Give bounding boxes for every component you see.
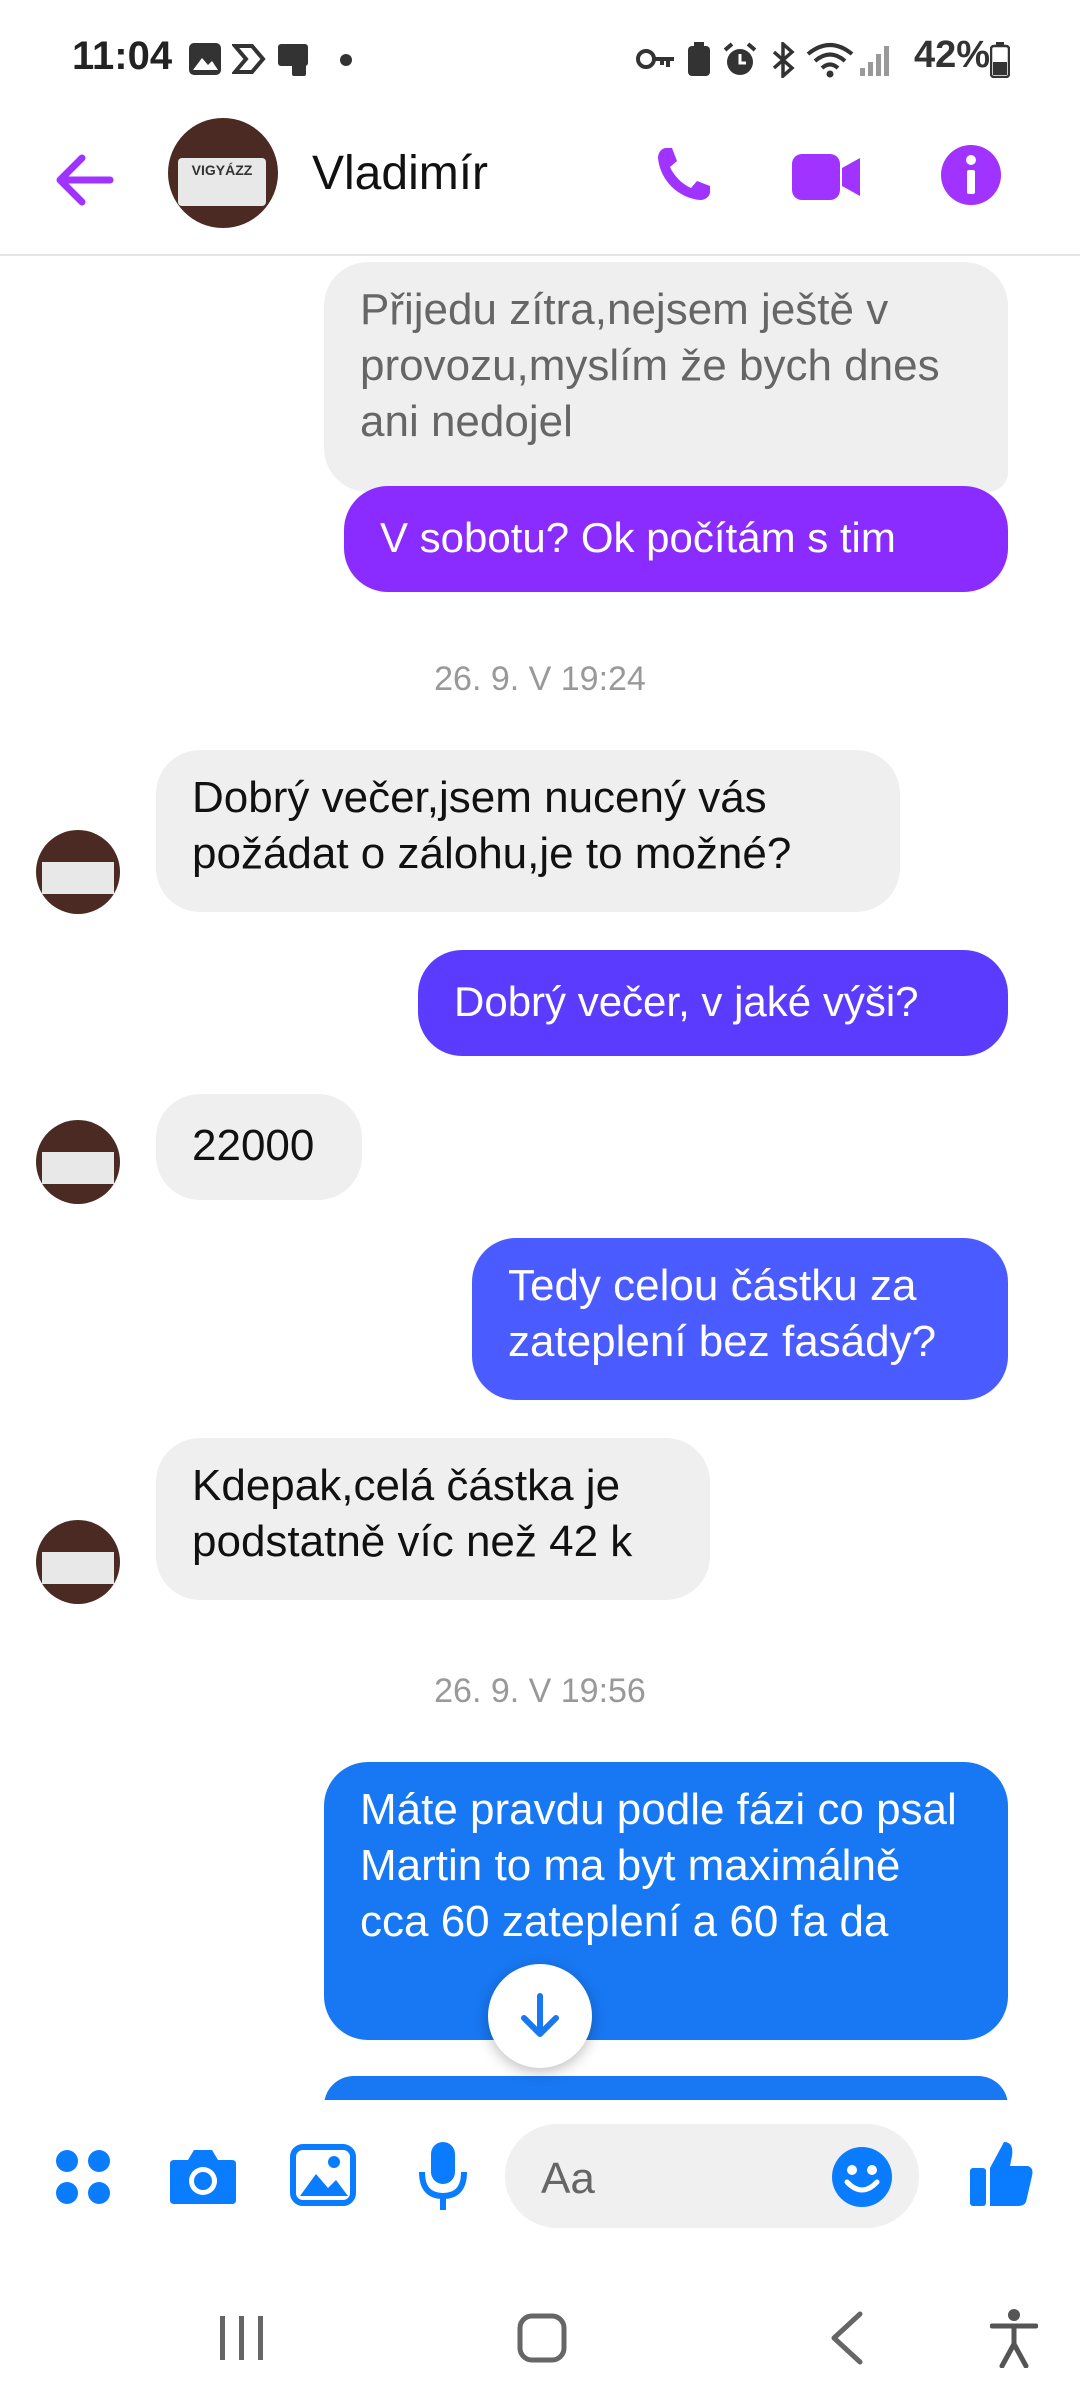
thumbs-up-icon[interactable] [968, 2138, 1036, 2210]
message-in[interactable]: Přijedu zítra,nejsem ještě v provozu,mys… [324, 262, 1008, 492]
more-notifications-dot [340, 54, 352, 66]
avatar [36, 830, 120, 914]
system-nav-bar [0, 2250, 1080, 2400]
battery-saver-icon [688, 42, 710, 76]
app-notification-icon [232, 44, 266, 74]
wifi-icon [806, 43, 854, 78]
video-icon[interactable] [790, 152, 862, 202]
timestamp: 26. 9. V 19:56 [434, 1672, 646, 1710]
avatar [36, 1120, 120, 1204]
avatar[interactable]: VIGYÁZZ [168, 118, 278, 228]
message-out[interactable]: V sobotu? Ok počítám s tim [344, 486, 1008, 592]
avatar-sign-text: VIGYÁZZ [191, 162, 253, 178]
chat-area[interactable]: Přijedu zítra,nejsem ještě v provozu,mys… [0, 256, 1080, 2100]
message-out-partial[interactable] [324, 2076, 1008, 2100]
recent-apps-icon[interactable] [216, 2314, 268, 2362]
back-arrow-icon[interactable] [52, 148, 116, 212]
composer-bar: Aa [0, 2100, 1080, 2250]
contact-name[interactable]: Vladimír [312, 146, 488, 201]
home-icon[interactable] [516, 2312, 568, 2364]
emoji-icon[interactable] [831, 2146, 893, 2208]
status-bar: 11:04 42% [0, 0, 1080, 110]
signal-icon [860, 46, 889, 76]
alarm-icon [723, 42, 757, 75]
avatar-sign: VIGYÁZZ [178, 158, 266, 206]
scroll-down-icon [521, 1993, 559, 2037]
camera-icon[interactable] [168, 2146, 238, 2206]
bluetooth-icon [772, 42, 795, 78]
message-out[interactable]: Máte pravdu podle fázi co psal Martin to… [324, 1762, 1008, 2040]
avatar [36, 1520, 120, 1604]
apps-icon[interactable] [54, 2148, 114, 2208]
message-input[interactable]: Aa [505, 2124, 919, 2228]
conversation-header: VIGYÁZZ Vladimír [0, 110, 1080, 256]
message-in[interactable]: 22000 [156, 1094, 362, 1200]
message-in[interactable]: Kdepak,celá částka je podstatně víc než … [156, 1438, 710, 1600]
back-icon[interactable] [826, 2310, 866, 2366]
mic-icon[interactable] [416, 2140, 470, 2212]
timestamp: 26. 9. V 19:24 [434, 660, 646, 698]
message-out[interactable]: Tedy celou částku za zateplení bez fasád… [472, 1238, 1008, 1400]
message-out[interactable]: Dobrý večer, v jaké výši? [418, 950, 1008, 1056]
status-time: 11:04 [72, 34, 173, 78]
gallery-notification-icon [189, 43, 221, 75]
battery-icon [990, 42, 1010, 78]
info-icon[interactable] [940, 144, 1002, 206]
message-in[interactable]: Dobrý večer,jsem nucený vás požádat o zá… [156, 750, 900, 912]
vpn-key-icon [636, 49, 674, 69]
gallery-icon[interactable] [290, 2144, 356, 2206]
phone-icon[interactable] [652, 144, 714, 206]
scroll-down-button[interactable] [488, 1964, 592, 2068]
battery-percent: 42% [913, 34, 990, 76]
accessibility-icon[interactable] [990, 2308, 1038, 2368]
message-input-placeholder: Aa [541, 2154, 595, 2203]
device-notification-icon [278, 44, 308, 76]
